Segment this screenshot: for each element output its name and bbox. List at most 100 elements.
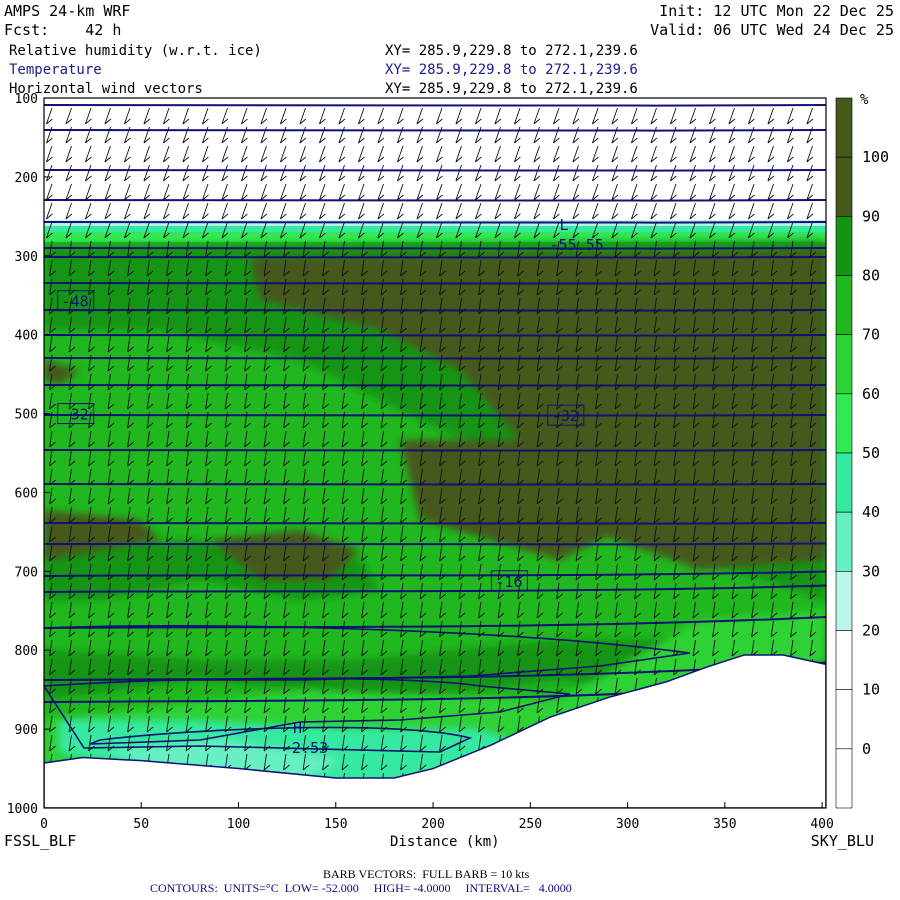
wind-barb xyxy=(303,811,309,827)
x-tick-label-50: 50 xyxy=(133,817,149,832)
colorbar-bin-10 xyxy=(835,689,853,750)
x-tick-label-400: 400 xyxy=(810,817,833,832)
y-tick-label-800: 800 xyxy=(15,644,38,659)
cross-section-chart: -48-32 -32-16L-55.55H-2.53 0 50 100 150 200 25… xyxy=(7,92,889,832)
colorbar-label-100: 100 xyxy=(862,148,889,166)
wind-barb xyxy=(381,811,387,827)
wind-barb xyxy=(108,811,114,827)
isotherm-15 xyxy=(44,521,826,525)
x-axis-label: Distance (km) xyxy=(390,834,500,850)
wind-barb xyxy=(284,811,290,827)
wind-barb xyxy=(791,811,797,827)
colorbar: 0 10 20 30 40 50 60 70 80 90 100% xyxy=(835,92,889,809)
colorbar-unit: % xyxy=(860,92,869,108)
contour-label-1: -32 xyxy=(62,406,89,424)
colorbar-label-50: 50 xyxy=(862,444,880,462)
wind-barb xyxy=(596,811,602,827)
colorbar-label-10: 10 xyxy=(862,681,880,699)
isotherm-16 xyxy=(44,542,826,546)
wind-barb xyxy=(459,811,465,827)
colorbar-label-40: 40 xyxy=(862,503,880,521)
colorbar-label-60: 60 xyxy=(862,385,880,403)
wind-barb xyxy=(557,811,563,827)
y-tick-label-400: 400 xyxy=(15,329,38,344)
wind-barb xyxy=(50,811,56,827)
colorbar-bin-4 xyxy=(835,334,853,395)
y-tick-label-1000: 1000 xyxy=(7,802,38,817)
extremum-symbol-H: H xyxy=(293,719,302,737)
colorbar-bin-9 xyxy=(835,630,853,690)
isotherm-2 xyxy=(44,168,826,172)
contour-note: CONTOURS: UNITS=°C LOW= -52.000 HIGH= -4… xyxy=(150,881,572,895)
y-tick-label-900: 900 xyxy=(15,723,38,738)
wind-barb xyxy=(771,811,777,827)
isotherm-8 xyxy=(44,308,826,312)
extremum-symbol-L: L xyxy=(559,216,568,234)
barb-note: BARB VECTORS: FULL BARB = 10 kts xyxy=(323,867,530,881)
colorbar-bin-6 xyxy=(835,452,853,513)
isotherm-7 xyxy=(44,281,826,285)
wind-barb xyxy=(479,811,485,827)
colorbar-label-30: 30 xyxy=(862,562,880,580)
colorbar-label-0: 0 xyxy=(862,740,871,758)
isotherm-12 xyxy=(44,413,826,417)
wind-barb xyxy=(362,811,368,827)
colorbar-bin-0 xyxy=(835,97,853,158)
isotherm-9 xyxy=(44,333,826,337)
wind-barb xyxy=(693,811,699,827)
isotherm-4 xyxy=(44,220,826,224)
wind-barb xyxy=(186,811,192,827)
wind-barb xyxy=(89,811,95,827)
x-tick-label-300: 300 xyxy=(616,817,639,832)
isotherm-10 xyxy=(44,356,826,360)
x-tick-label-350: 350 xyxy=(713,817,736,832)
extremum-value-H: -2.53 xyxy=(283,739,328,757)
colorbar-bin-3 xyxy=(835,275,853,335)
isotherm-5 xyxy=(44,246,826,250)
extremum-value-L: -55.55 xyxy=(549,236,603,254)
y-tick-label-600: 600 xyxy=(15,486,38,501)
wind-barb xyxy=(264,811,270,827)
colorbar-bin-11 xyxy=(835,748,853,809)
colorbar-bin-7 xyxy=(835,511,853,572)
y-tick-label-100: 100 xyxy=(15,92,38,107)
y-tick-label-200: 200 xyxy=(15,171,38,186)
y-tick-label-500: 500 xyxy=(15,408,38,423)
wind-barb xyxy=(674,811,680,827)
colorbar-label-20: 20 xyxy=(862,622,880,640)
colorbar-label-90: 90 xyxy=(862,207,880,225)
isotherm-11 xyxy=(44,383,826,387)
rh-band-50 xyxy=(44,226,826,233)
isotherm-0 xyxy=(44,103,826,107)
wind-barb xyxy=(498,811,504,827)
x-tick-label-0: 0 xyxy=(40,817,48,832)
wind-barb xyxy=(576,811,582,827)
rh-band-60 xyxy=(44,232,826,242)
isotherm-14 xyxy=(44,482,826,486)
right-station: SKY_BLU xyxy=(810,832,874,850)
wind-barb xyxy=(167,811,173,827)
colorbar-label-80: 80 xyxy=(862,267,880,285)
isotherm-6 xyxy=(44,255,826,259)
y-tick-label-700: 700 xyxy=(15,565,38,580)
y-tick-label-300: 300 xyxy=(15,250,38,265)
contour-label-3: -16 xyxy=(495,573,522,591)
colorbar-bin-1 xyxy=(835,156,853,217)
colorbar-bin-8 xyxy=(835,571,853,631)
colorbar-bin-5 xyxy=(835,393,853,454)
isotherm-1 xyxy=(44,128,826,132)
left-station: FSSL_BLF xyxy=(4,832,77,850)
wind-barb xyxy=(654,811,660,827)
wind-barb xyxy=(752,811,758,827)
isotherm-3 xyxy=(44,198,826,202)
wind-barb xyxy=(206,811,212,827)
x-tick-label-250: 250 xyxy=(519,817,542,832)
x-tick-label-100: 100 xyxy=(227,817,250,832)
isotherm-13 xyxy=(44,448,826,452)
wind-barb xyxy=(401,811,407,827)
wind-barb xyxy=(69,811,75,827)
colorbar-bin-2 xyxy=(835,216,853,276)
colorbar-label-70: 70 xyxy=(862,326,880,344)
x-tick-label-200: 200 xyxy=(421,817,444,832)
contour-label-2: -32 xyxy=(552,407,579,425)
